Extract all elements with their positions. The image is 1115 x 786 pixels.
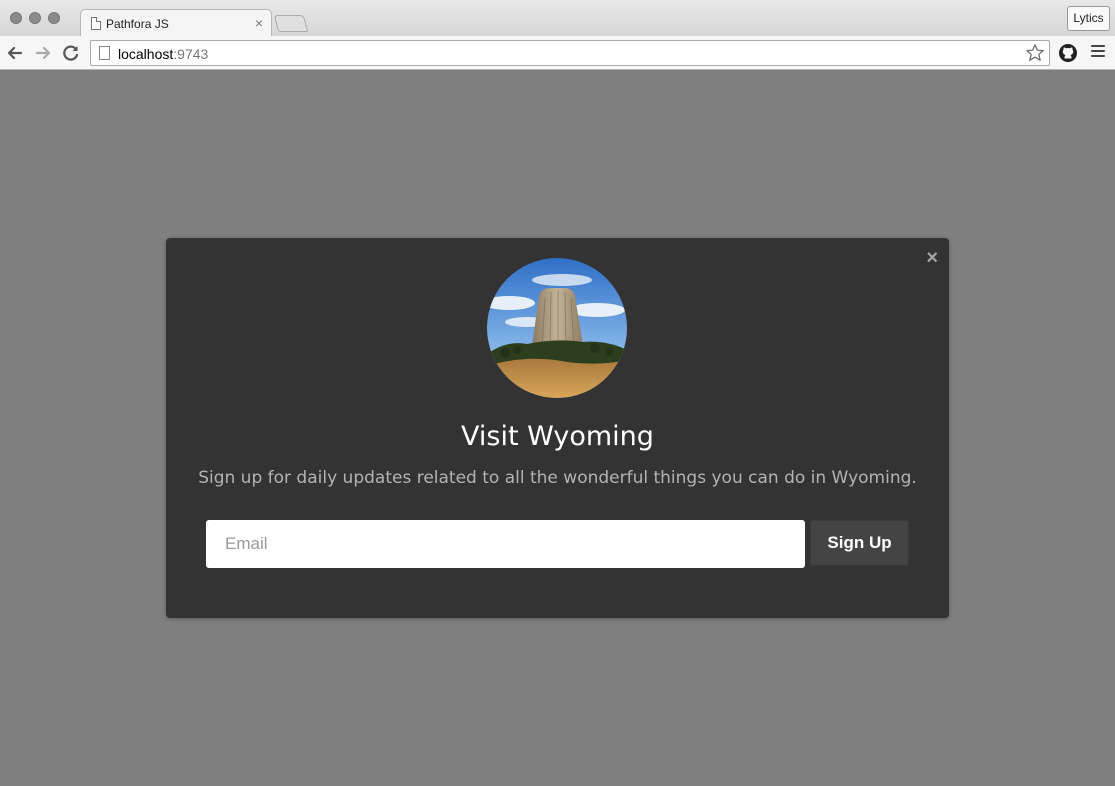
- modal-headline: Visit Wyoming: [461, 421, 654, 452]
- tab-close-button[interactable]: ×: [255, 15, 263, 31]
- reload-button[interactable]: [60, 42, 82, 64]
- devils-tower-photo: [487, 258, 627, 398]
- menu-icon[interactable]: [1091, 45, 1105, 60]
- browser-toolbar: localhost:9743: [0, 36, 1115, 70]
- page-icon: [91, 17, 101, 30]
- url-text[interactable]: localhost:9743: [118, 46, 208, 62]
- browser-titlebar: Pathfora JS × Lytics: [0, 0, 1115, 37]
- page-icon: [99, 46, 110, 60]
- github-icon[interactable]: [1058, 43, 1078, 63]
- forward-arrow-icon: [35, 46, 51, 60]
- close-icon[interactable]: ×: [926, 248, 938, 268]
- tab-title: Pathfora JS: [106, 17, 169, 31]
- profile-button[interactable]: Lytics: [1067, 6, 1110, 31]
- forward-button[interactable]: [32, 42, 54, 64]
- browser-tab[interactable]: Pathfora JS ×: [80, 9, 272, 37]
- window-close-button[interactable]: [10, 12, 22, 24]
- address-bar[interactable]: localhost:9743: [90, 40, 1050, 66]
- email-field[interactable]: [206, 520, 805, 568]
- window-minimize-button[interactable]: [29, 12, 41, 24]
- back-arrow-icon: [7, 46, 23, 60]
- star-icon[interactable]: [1025, 43, 1045, 63]
- reload-icon: [63, 45, 79, 61]
- back-button[interactable]: [4, 42, 26, 64]
- window-zoom-button[interactable]: [48, 12, 60, 24]
- new-tab-button[interactable]: [273, 15, 309, 32]
- modal-message: Sign up for daily updates related to all…: [198, 468, 917, 488]
- sign-up-button[interactable]: Sign Up: [810, 520, 909, 566]
- signup-modal: × Visit Wyoming Sign up for daily update…: [166, 238, 949, 618]
